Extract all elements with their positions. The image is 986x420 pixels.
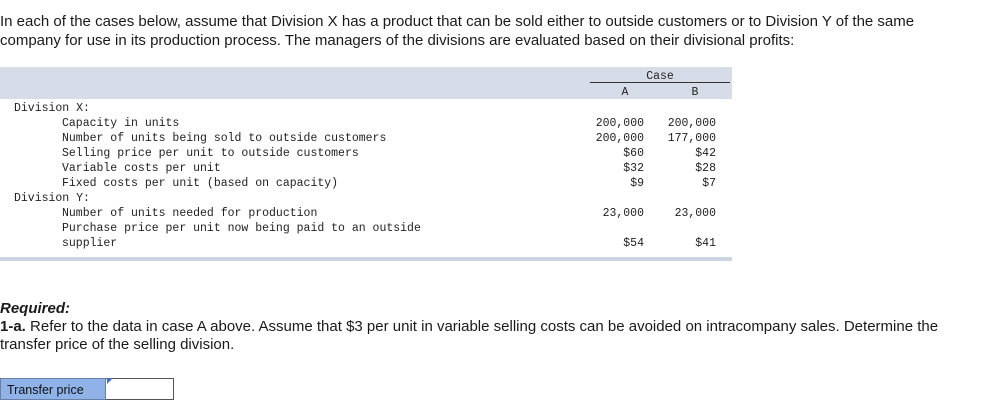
transfer-price-answer-row: Transfer price (0, 378, 174, 400)
case-a-value: 200,000 (595, 132, 644, 145)
case-b-value: 23,000 (674, 207, 716, 220)
case-b-value: $41 (695, 237, 716, 250)
intro-text: In each of the cases below, assume that … (0, 13, 915, 49)
case-underline (590, 82, 730, 83)
row-label: Number of units needed for production (62, 207, 318, 220)
row-label: Number of units being sold to outside cu… (62, 132, 387, 145)
question-text: Refer to the data in case A above. Assum… (0, 318, 939, 353)
table-row: Division X: (0, 101, 732, 116)
table-row: Division Y: (0, 191, 732, 206)
transfer-price-label: Transfer price (0, 378, 106, 400)
case-a-value: 200,000 (595, 117, 644, 130)
row-label: Variable costs per unit (62, 162, 221, 175)
table-bottom-border (0, 257, 732, 261)
table-row: Purchase price per unit now being paid t… (0, 221, 732, 251)
row-label: Capacity in units (62, 117, 180, 130)
case-b-value: $7 (702, 177, 716, 190)
table-row: Variable costs per unit $32 $28 (0, 161, 732, 176)
case-a-value: 23,000 (602, 207, 644, 220)
required-section: Required: 1-a. Refer to the data in case… (0, 300, 960, 354)
case-b-value: $42 (695, 147, 716, 160)
table-header: Case A B (0, 67, 732, 99)
case-a-value: $32 (623, 162, 644, 175)
table-row: Number of units needed for production 23… (0, 206, 732, 221)
row-label: Purchase price per unit now being paid t… (62, 222, 421, 250)
table-row: Selling price per unit to outside custom… (0, 146, 732, 161)
division-data-table: Case A B Division X: Capacity in units 2… (0, 67, 732, 261)
section-label-division-x: Division X: (14, 102, 90, 115)
question-number: 1-a. (0, 318, 26, 335)
case-b-value: 200,000 (667, 117, 716, 130)
case-b-value: $28 (695, 162, 716, 175)
row-label: Fixed costs per unit (based on capacity) (62, 177, 339, 190)
transfer-price-input[interactable] (106, 378, 174, 400)
column-b-header: B (691, 86, 699, 99)
input-corner-marker-icon (107, 378, 113, 384)
table-row: Capacity in units 200,000 200,000 (0, 116, 732, 131)
row-label: Selling price per unit to outside custom… (62, 147, 359, 160)
required-heading: Required: (0, 300, 71, 317)
case-b-value: 177,000 (667, 132, 716, 145)
table-row: Fixed costs per unit (based on capacity)… (0, 176, 732, 191)
column-a-header: A (621, 86, 629, 99)
section-label-division-y: Division Y: (14, 192, 90, 205)
case-a-value: $60 (623, 147, 644, 160)
case-a-value: $9 (630, 177, 644, 190)
table-row: Number of units being sold to outside cu… (0, 131, 732, 146)
case-a-value: $54 (623, 237, 644, 250)
